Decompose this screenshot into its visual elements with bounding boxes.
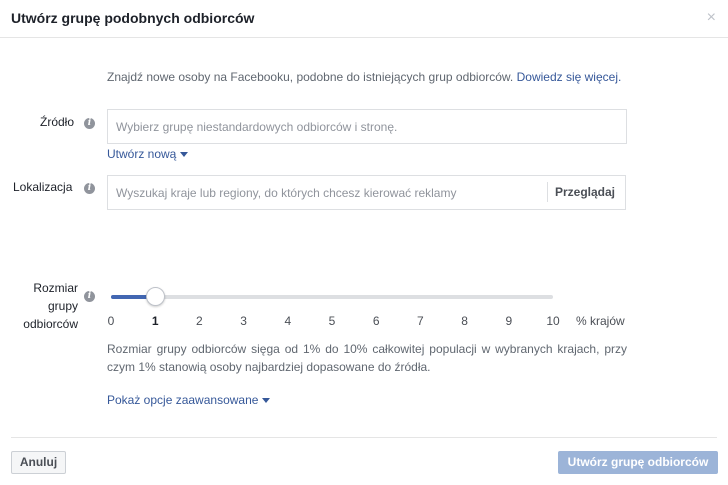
info-icon[interactable]: i [84, 291, 95, 302]
intro-text: Znajdź nowe osoby na Facebooku, podobne … [107, 70, 621, 84]
size-tick-label: 8 [461, 314, 468, 328]
size-tick-label: 7 [417, 314, 424, 328]
intro-description: Znajdź nowe osoby na Facebooku, podobne … [107, 70, 514, 84]
size-label-line: odbiorców [23, 317, 78, 331]
advanced-options-toggle[interactable]: Pokaż opcje zaawansowane [107, 393, 271, 407]
size-label-line: Rozmiar [33, 281, 78, 295]
size-description: Rozmiar grupy odbiorców sięga od 1% do 1… [107, 342, 627, 374]
size-slider-handle[interactable] [145, 287, 165, 306]
create-new-link[interactable]: Utwórz nową [107, 147, 189, 161]
advanced-options-label: Pokaż opcje zaawansowane [107, 393, 259, 407]
location-search-input[interactable] [116, 176, 541, 209]
source-label: Źródło [40, 115, 75, 129]
size-tick-label: 1 [151, 314, 159, 328]
learn-more-link[interactable]: Dowiedz się więcej. [517, 70, 622, 84]
create-new-label: Utwórz nową [107, 147, 177, 161]
size-label-line: grupy [47, 299, 78, 313]
size-tick-label: 10 [546, 314, 560, 328]
browse-button[interactable]: Przeglądaj [546, 182, 625, 202]
size-tick-label: 4 [284, 314, 292, 328]
close-icon[interactable]: × [707, 9, 716, 27]
chevron-down-icon [180, 152, 189, 158]
size-tick-label: 9 [505, 314, 513, 328]
dialog-header: Utwórz grupę podobnych odbiorców × [0, 0, 728, 38]
footer-divider [11, 437, 717, 438]
size-tick-label: 0 [107, 314, 115, 328]
size-tick-label: 2 [196, 314, 203, 328]
size-unit: % krajów [576, 314, 625, 328]
create-audience-button[interactable]: Utwórz grupę odbiorców [558, 451, 718, 474]
size-slider-track[interactable] [111, 295, 553, 299]
size-tick-label: 6 [372, 314, 380, 328]
cancel-button[interactable]: Anuluj [11, 451, 66, 474]
location-label: Lokalizacja [13, 180, 73, 194]
chevron-down-icon [262, 398, 271, 404]
location-field[interactable]: Przeglądaj [107, 175, 626, 210]
size-tick-label: 5 [328, 314, 336, 328]
source-input[interactable] [116, 110, 616, 143]
source-field[interactable] [107, 109, 627, 144]
info-icon[interactable]: i [84, 183, 95, 194]
dialog-title: Utwórz grupę podobnych odbiorców [11, 10, 255, 26]
size-label: Rozmiar grupy odbiorców [16, 279, 78, 333]
info-icon[interactable]: i [84, 118, 95, 129]
size-tick-label: 3 [240, 314, 247, 328]
